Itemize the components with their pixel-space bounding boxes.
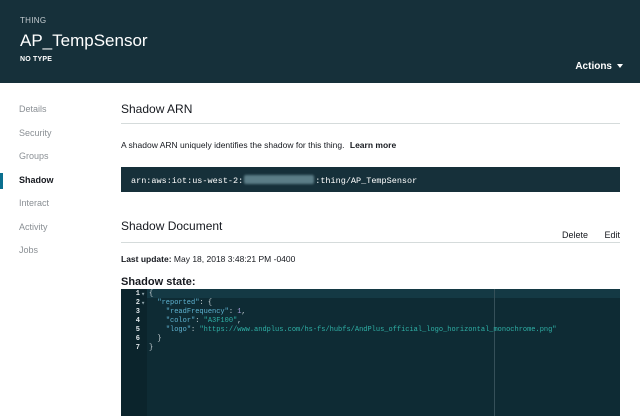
shadow-document-heading: Shadow Document — [121, 219, 223, 233]
shadow-state-label: Shadow state: — [121, 276, 196, 288]
line-number: 7 — [135, 344, 140, 352]
line-number: 4 — [135, 317, 140, 325]
line-number: 2 — [135, 299, 140, 307]
line-number-gutter: 1 ▾ 2 ▾ 3 4 5 6 7 — [121, 289, 147, 416]
line-number: 5 — [135, 326, 140, 334]
shadow-state-editor[interactable]: 1 ▾ 2 ▾ 3 4 5 6 7 { "reported": { "readF… — [121, 289, 620, 416]
sidebar-item-groups[interactable]: Groups — [19, 151, 49, 161]
actions-label: Actions — [575, 61, 612, 72]
code-line: { — [149, 290, 154, 298]
active-line-highlight — [147, 289, 620, 298]
sidebar-item-interact[interactable]: Interact — [19, 198, 49, 208]
line-number: 1 — [135, 290, 140, 298]
actions-menu-button[interactable]: Actions — [575, 61, 623, 72]
sidebar-item-shadow[interactable]: Shadow — [19, 175, 54, 185]
caret-down-icon — [617, 64, 623, 69]
sidebar-item-security[interactable]: Security — [19, 128, 52, 138]
redacted-account-id — [244, 175, 315, 184]
main-content: Shadow ARN A shadow ARN uniquely identif… — [121, 83, 620, 416]
last-update-value: May 18, 2018 3:48:21 PM -0400 — [173, 254, 296, 264]
shadow-arn-heading: Shadow ARN — [121, 102, 193, 116]
line-number: 3 — [135, 308, 140, 316]
sidebar-nav: Details Security Groups Shadow Interact … — [0, 83, 100, 416]
sidebar-item-activity[interactable]: Activity — [19, 222, 48, 232]
description-text: A shadow ARN uniquely identifies the sha… — [121, 140, 345, 150]
shadow-arn-description: A shadow ARN uniquely identifies the sha… — [121, 140, 396, 150]
shadow-arn-value: arn:aws:iot:us-west-2: :thing/AP_TempSens… — [121, 167, 620, 192]
last-update-label: Last update: — [121, 254, 172, 264]
section-divider — [121, 242, 620, 243]
document-actions: Delete Edit — [548, 230, 620, 240]
code-line: "readFrequency": 1, — [165, 308, 246, 316]
section-divider — [121, 123, 620, 124]
line-number: 6 — [135, 335, 140, 343]
fold-arrow-icon[interactable]: ▾ — [141, 299, 145, 308]
last-update: Last update: May 18, 2018 3:48:21 PM -04… — [121, 254, 295, 264]
learn-more-link[interactable]: Learn more — [350, 140, 396, 150]
sidebar-item-jobs[interactable]: Jobs — [19, 245, 38, 255]
code-line: "color": "A3F100", — [165, 317, 242, 325]
thing-type-label: NO TYPE — [20, 56, 53, 63]
arn-suffix: :thing/AP_TempSensor — [315, 176, 418, 186]
print-margin — [494, 289, 495, 416]
arn-prefix: arn:aws:iot:us-west-2: — [131, 176, 244, 186]
page-header: THING AP_TempSensor NO TYPE Actions — [0, 0, 640, 83]
code-line: } — [149, 344, 154, 352]
code-line: "logo": "https://www.andplus.com/hs-fs/h… — [165, 326, 557, 334]
resource-type-label: THING — [20, 16, 47, 25]
sidebar-item-details[interactable]: Details — [19, 104, 47, 114]
edit-button[interactable]: Edit — [604, 230, 620, 240]
code-line: "reported": { — [157, 299, 213, 307]
delete-button[interactable]: Delete — [562, 230, 588, 240]
code-line: } — [157, 335, 162, 343]
active-nav-indicator — [0, 173, 3, 189]
page-title: AP_TempSensor — [20, 31, 148, 50]
fold-arrow-icon[interactable]: ▾ — [141, 290, 145, 299]
